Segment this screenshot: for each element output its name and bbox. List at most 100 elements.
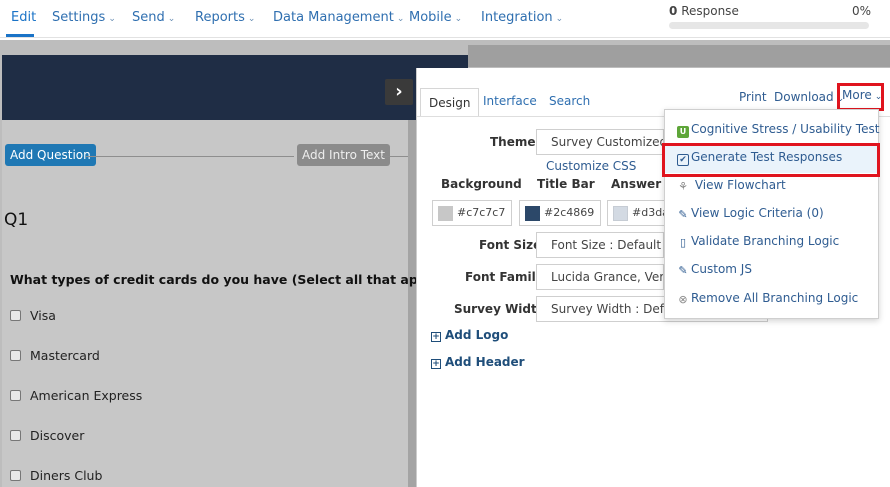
menu-item-view-flowchart[interactable]: ⚘ View Flowchart [677, 178, 786, 193]
chevron-right-icon: › [395, 81, 403, 102]
menu-item-label: Cognitive Stress / Usability Test [691, 122, 880, 136]
usability-icon: U [677, 126, 689, 138]
menu-item-label: Validate Branching Logic [691, 234, 840, 248]
font-size-select[interactable]: Font Size : Default [536, 232, 664, 258]
menu-item-cognitive-stress[interactable]: U Cognitive Stress / Usability Test [677, 122, 879, 138]
font-family-label: Font Family [465, 270, 544, 284]
nav-send-label: Send [132, 10, 165, 25]
nav-integration[interactable]: Integration ⌄ [481, 10, 563, 25]
checkbox-icon[interactable] [10, 390, 21, 401]
response-percent: 0% [852, 4, 872, 18]
chevron-down-icon: ⌄ [167, 14, 176, 24]
divider-line [86, 156, 294, 157]
nav-settings-label: Settings [52, 10, 106, 25]
more-highlight-box [837, 83, 884, 111]
canvas-scroll-strip [408, 120, 416, 487]
checkbox-icon[interactable] [10, 310, 21, 321]
nav-data-management-label: Data Management [273, 10, 394, 25]
nav-edit-label: Edit [11, 10, 37, 25]
tab-interface[interactable]: Interface [483, 94, 537, 108]
menu-item-remove-all-branching-logic[interactable]: ⊗ Remove All Branching Logic [677, 291, 858, 306]
option-label: Diners Club [30, 468, 103, 483]
collapse-panel-button[interactable]: › [385, 79, 413, 105]
title-bar-color-label: Title Bar [537, 177, 595, 191]
chevron-down-icon: ⌄ [555, 14, 564, 24]
background-color-field[interactable]: #c7c7c7 [432, 200, 512, 226]
color-swatch [438, 206, 453, 221]
chevron-down-icon: ⌄ [396, 14, 405, 24]
option-mastercard[interactable]: Mastercard [10, 348, 100, 363]
menu-item-validate-branching-logic[interactable]: ▯ Validate Branching Logic [677, 234, 839, 249]
nav-settings[interactable]: Settings ⌄ [52, 10, 116, 25]
theme-select[interactable]: Survey Customized [536, 129, 664, 155]
option-visa[interactable]: Visa [10, 308, 56, 323]
checkbox-icon[interactable] [10, 470, 21, 481]
edit-icon: ✎ [678, 264, 688, 277]
title-bar-color-field[interactable]: #2c4869 [519, 200, 601, 226]
more-dropdown-menu: U Cognitive Stress / Usability Test ✔ Gene… [664, 109, 879, 319]
font-family-select[interactable]: Lucida Grance, Verda [536, 264, 664, 290]
plus-icon: + [431, 359, 441, 369]
color-swatch [525, 206, 540, 221]
tab-design[interactable]: Design [420, 88, 480, 116]
menu-item-label: Remove All Branching Logic [691, 291, 859, 305]
response-count-label: Response [681, 4, 739, 18]
menu-item-label: Custom JS [691, 262, 752, 276]
nav-mobile-label: Mobile [409, 10, 452, 25]
print-link[interactable]: Print [739, 90, 767, 104]
background-color-label: Background [441, 177, 522, 191]
option-discover[interactable]: Discover [10, 428, 84, 443]
chevron-down-icon: ⌄ [247, 14, 256, 24]
download-label: Download [774, 90, 834, 104]
response-count-number: 0 [669, 4, 678, 18]
add-header-label: Add Header [445, 355, 525, 369]
customize-css-link[interactable]: Customize CSS [546, 159, 636, 173]
generate-test-responses-highlight-box [662, 143, 880, 177]
nav-send[interactable]: Send ⌄ [132, 10, 175, 25]
nav-reports-label: Reports [195, 10, 245, 25]
nav-active-underline [6, 34, 34, 37]
option-label: Mastercard [30, 348, 100, 363]
menu-item-custom-js[interactable]: ✎ Custom JS [677, 262, 752, 277]
add-header-link[interactable]: + Add Header [431, 355, 525, 369]
response-count: 0 Response [669, 4, 739, 18]
add-intro-text-button[interactable]: Add Intro Text [297, 144, 390, 166]
add-logo-link[interactable]: + Add Logo [431, 328, 508, 342]
tab-search[interactable]: Search [549, 94, 590, 108]
answer-hover-color-field[interactable]: #d3da [607, 200, 667, 226]
divider-line [382, 156, 408, 157]
menu-item-view-logic-criteria[interactable]: ✎ View Logic Criteria (0) [677, 206, 824, 221]
add-logo-label: Add Logo [445, 328, 509, 342]
color-swatch [613, 206, 628, 221]
add-question-button[interactable]: Add Question [5, 144, 96, 166]
option-american-express[interactable]: American Express [10, 388, 142, 403]
menu-item-label: View Logic Criteria (0) [691, 206, 824, 220]
option-label: Discover [30, 428, 85, 443]
editor-header-extension [468, 45, 890, 67]
nav-data-management[interactable]: Data Management ⌄ [273, 10, 404, 25]
nav-reports[interactable]: Reports ⌄ [195, 10, 255, 25]
option-diners-club[interactable]: Diners Club [10, 468, 102, 483]
top-navigation: Edit Settings ⌄ Send ⌄ Reports ⌄ Data Manag… [0, 0, 890, 38]
survey-width-label: Survey Width [454, 302, 546, 316]
color-value: #c7c7c7 [457, 206, 506, 219]
checkbox-icon[interactable] [10, 350, 21, 361]
nav-mobile[interactable]: Mobile ⌄ [409, 10, 462, 25]
remove-icon: ⊗ [678, 293, 688, 306]
checkbox-icon[interactable] [10, 430, 21, 441]
mobile-icon: ▯ [679, 236, 687, 249]
chevron-down-icon: ⌄ [108, 14, 116, 24]
question-text[interactable]: What types of credit cards do you have (… [10, 272, 452, 287]
response-progress-bar [669, 22, 869, 29]
color-value: #2c4869 [544, 206, 595, 219]
flowchart-icon: ⚘ [678, 180, 688, 193]
theme-label: Theme [490, 135, 536, 149]
download-menu[interactable]: Download ⌄ [774, 90, 844, 104]
question-number: Q1 [4, 210, 29, 230]
nav-integration-label: Integration [481, 10, 553, 25]
chevron-down-icon: ⌄ [454, 14, 463, 24]
edit-icon: ✎ [678, 208, 688, 221]
nav-edit[interactable]: Edit [11, 10, 36, 25]
option-label: Visa [30, 308, 56, 323]
color-value: #d3da [632, 206, 667, 219]
